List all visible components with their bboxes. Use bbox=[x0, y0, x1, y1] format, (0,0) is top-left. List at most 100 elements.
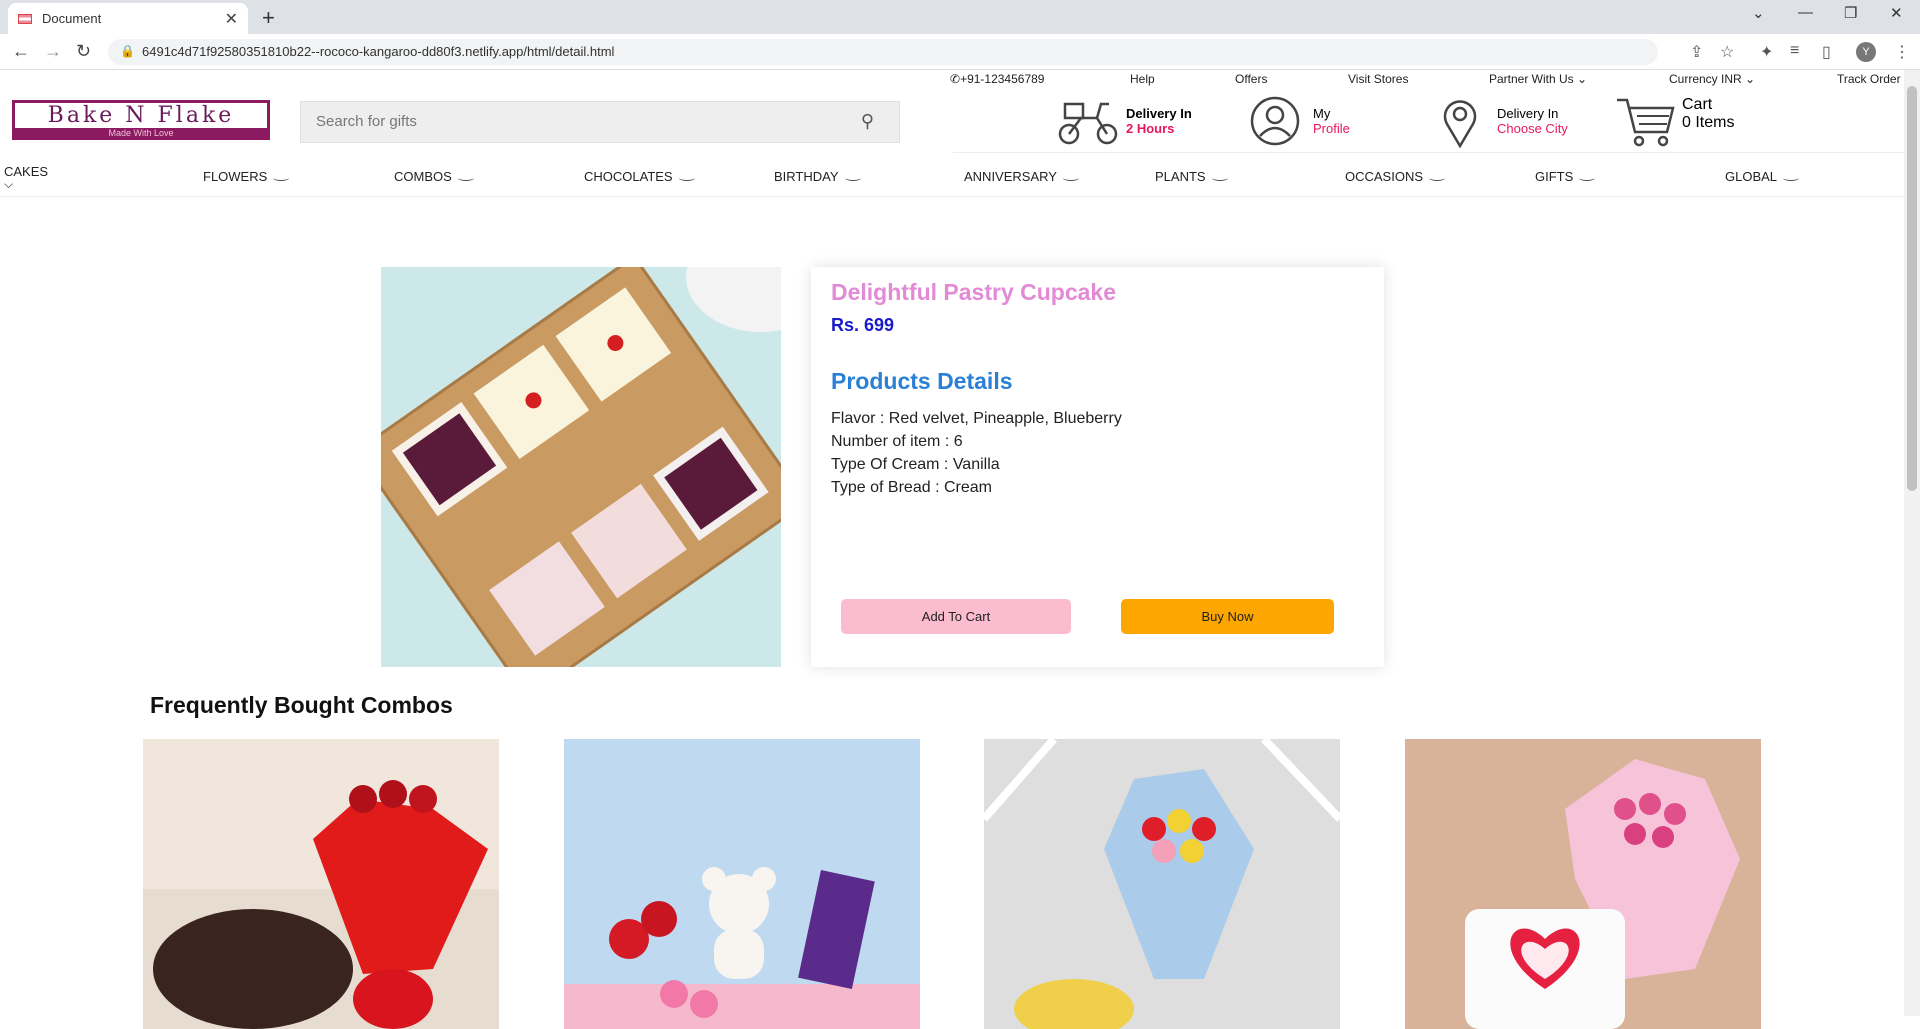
combo-item-1[interactable] bbox=[143, 739, 499, 1029]
location-pin-icon[interactable] bbox=[1442, 96, 1478, 148]
chevron-down-icon: ⌄ bbox=[1577, 72, 1588, 86]
currency-select[interactable]: Currency INR ⌄ bbox=[1669, 72, 1755, 86]
buy-now-button[interactable]: Buy Now bbox=[1121, 599, 1334, 634]
nav-flowers[interactable]: FLOWERS bbox=[203, 169, 290, 184]
nav-anniversary[interactable]: ANNIVERSARY bbox=[964, 169, 1079, 184]
add-to-cart-button[interactable]: Add To Cart bbox=[841, 599, 1071, 634]
url-text: 6491c4d71f92580351810b22--rococo-kangaro… bbox=[142, 44, 615, 59]
help-link[interactable]: Help bbox=[1130, 72, 1155, 86]
details-list: Flavor : Red velvet, Pineapple, Blueberr… bbox=[831, 407, 1122, 499]
city-title: Delivery In bbox=[1497, 106, 1559, 121]
page-scrollbar[interactable] bbox=[1904, 70, 1920, 1016]
page: Bake N Flake Made With Love Search for g… bbox=[0, 70, 1920, 1029]
user-icon[interactable] bbox=[1250, 96, 1300, 146]
browser-tab[interactable]: Document ✕ bbox=[8, 3, 248, 34]
cart-link[interactable]: Cart 0 Items bbox=[1682, 96, 1734, 132]
detail-bread: Type of Bread : Cream bbox=[831, 479, 992, 496]
phone-number: +91-123456789 bbox=[960, 72, 1045, 86]
nav-occasions[interactable]: OCCASIONS bbox=[1345, 169, 1446, 184]
combo-item-2[interactable] bbox=[564, 739, 920, 1029]
share-icon[interactable]: ⇪ bbox=[1690, 42, 1703, 62]
delivery-value: 2 Hours bbox=[1126, 121, 1175, 136]
chevron-down-icon: ⌵ bbox=[4, 177, 14, 191]
cart-icon[interactable] bbox=[1615, 96, 1677, 148]
combo-item-3[interactable] bbox=[984, 739, 1340, 1029]
visit-stores-link[interactable]: Visit Stores bbox=[1348, 72, 1408, 86]
combo-image bbox=[143, 739, 499, 1029]
nav-label: ANNIVERSARY bbox=[964, 169, 1057, 184]
nav-cakes[interactable]: CAKES ⌵ bbox=[4, 164, 48, 192]
nav-gifts[interactable]: GIFTS bbox=[1535, 169, 1596, 184]
nav-birthday[interactable]: BIRTHDAY bbox=[774, 169, 861, 184]
profile-link[interactable]: My Profile bbox=[1313, 106, 1350, 136]
chevron-down-icon: ⌄ bbox=[1745, 72, 1756, 86]
chevron-down-icon bbox=[1783, 175, 1800, 181]
partner-label: Partner With Us bbox=[1489, 72, 1574, 86]
address-bar: ← → ↻ 🔒 6491c4d71f92580351810b22--rococo… bbox=[0, 34, 1920, 70]
search-icon[interactable]: ⚲ bbox=[861, 111, 874, 132]
nav-label: PLANTS bbox=[1155, 169, 1206, 184]
reload-icon[interactable]: ↻ bbox=[76, 41, 91, 62]
forward-icon[interactable]: → bbox=[44, 41, 62, 62]
logo-text: Bake N Flake bbox=[47, 103, 235, 128]
restore-icon[interactable]: ❐ bbox=[1844, 4, 1857, 22]
logo-tagline: Made With Love bbox=[15, 128, 267, 139]
minimize-icon[interactable]: — bbox=[1798, 4, 1813, 21]
chevron-down-icon bbox=[1429, 175, 1446, 181]
cart-title: Cart bbox=[1682, 96, 1713, 113]
delivery-title: Delivery In bbox=[1126, 106, 1192, 121]
nav-global[interactable]: GLOBAL bbox=[1725, 169, 1800, 184]
back-icon[interactable]: ← bbox=[12, 41, 30, 62]
chevron-down-icon bbox=[457, 175, 474, 181]
nav-plants[interactable]: PLANTS bbox=[1155, 169, 1228, 184]
offers-link[interactable]: Offers bbox=[1235, 72, 1267, 86]
new-tab-icon[interactable]: + bbox=[262, 5, 275, 31]
reading-list-icon[interactable]: ≡ bbox=[1790, 42, 1799, 60]
tab-search-icon[interactable]: ⌄ bbox=[1752, 4, 1765, 22]
nav-label: GIFTS bbox=[1535, 169, 1574, 184]
tab-title: Document bbox=[42, 11, 102, 26]
detail-flavor: Flavor : Red velvet, Pineapple, Blueberr… bbox=[831, 410, 1122, 427]
browser-tabbar: Document ✕ + ⌄ — ❐ ✕ bbox=[0, 0, 1920, 34]
chevron-down-icon bbox=[1211, 175, 1228, 181]
track-order-link[interactable]: Track Order bbox=[1837, 72, 1901, 86]
currency-label: Currency INR bbox=[1669, 72, 1742, 86]
header-divider bbox=[953, 152, 1905, 153]
close-tab-icon[interactable]: ✕ bbox=[225, 9, 238, 29]
combos-heading: Frequently Bought Combos bbox=[150, 692, 453, 718]
combo-image bbox=[1405, 739, 1761, 1029]
nav-label: FLOWERS bbox=[203, 169, 268, 184]
product-price: Rs. 699 bbox=[831, 315, 895, 335]
nav-chocolates[interactable]: CHOCOLATES bbox=[584, 169, 695, 184]
extensions-icon[interactable]: ✦ bbox=[1760, 42, 1773, 62]
nav-combos[interactable]: COMBOS bbox=[394, 169, 474, 184]
bookmark-star-icon[interactable]: ☆ bbox=[1720, 42, 1734, 62]
product-details-card: Delightful Pastry Cupcake Rs. 699 Produc… bbox=[811, 267, 1384, 667]
phone-link[interactable]: ✆+91-123456789 bbox=[950, 72, 1044, 86]
scrollbar-thumb[interactable] bbox=[1907, 86, 1917, 491]
logo[interactable]: Bake N Flake Made With Love bbox=[12, 100, 270, 140]
product-image bbox=[381, 267, 781, 667]
choose-city-link[interactable]: Delivery In Choose City bbox=[1497, 106, 1568, 136]
detail-count: Number of item : 6 bbox=[831, 433, 963, 450]
combo-item-4[interactable] bbox=[1405, 739, 1761, 1029]
partner-link[interactable]: Partner With Us ⌄ bbox=[1489, 72, 1587, 86]
combo-image bbox=[984, 739, 1340, 1029]
delivery-time-info: Delivery In 2 Hours bbox=[1126, 106, 1192, 136]
window-close-icon[interactable]: ✕ bbox=[1890, 4, 1903, 22]
search-placeholder: Search for gifts bbox=[316, 113, 417, 130]
lock-icon: 🔒 bbox=[120, 44, 135, 58]
side-panel-icon[interactable]: ▯ bbox=[1822, 42, 1831, 62]
phone-icon: ✆ bbox=[950, 72, 961, 86]
combo-image bbox=[564, 739, 920, 1029]
nav-label: GLOBAL bbox=[1725, 169, 1778, 184]
chevron-down-icon bbox=[844, 175, 861, 181]
profile-avatar[interactable]: Y bbox=[1856, 42, 1876, 62]
nav-label: OCCASIONS bbox=[1345, 169, 1424, 184]
detail-cream: Type Of Cream : Vanilla bbox=[831, 456, 1000, 473]
url-field[interactable]: 🔒 6491c4d71f92580351810b22--rococo-kanga… bbox=[108, 39, 1658, 65]
profile-title: My bbox=[1313, 106, 1331, 121]
scooter-icon bbox=[1058, 102, 1118, 145]
search-input[interactable]: Search for gifts ⚲ bbox=[300, 101, 900, 143]
menu-kebab-icon[interactable]: ⋮ bbox=[1894, 42, 1910, 62]
